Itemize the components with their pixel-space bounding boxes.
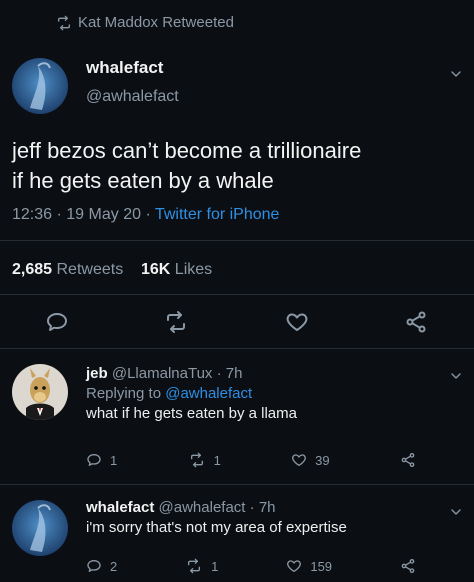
chevron-down-icon[interactable] (448, 504, 464, 520)
retweet-icon (188, 558, 201, 574)
reply-text: i'm sorry that's not my area of expertis… (86, 519, 347, 536)
reply-icon (87, 454, 101, 466)
like-button[interactable]: 39 (291, 452, 330, 468)
likes-label: Likes (174, 261, 213, 278)
like-count: 39 (315, 452, 330, 468)
reply-count: 2 (110, 558, 118, 574)
share-button[interactable] (400, 452, 416, 468)
reply-button[interactable]: 1 (86, 452, 117, 468)
avatar[interactable] (12, 364, 68, 420)
retweet-count: 1 (213, 452, 221, 468)
chevron-down-icon[interactable] (448, 368, 464, 384)
tweet-time[interactable]: · 7h (250, 499, 276, 516)
avatar[interactable] (12, 58, 68, 114)
share-button[interactable] (400, 558, 416, 574)
tweet-date[interactable]: 19 May 20 (66, 206, 141, 223)
heart-icon (292, 454, 307, 466)
heart-icon[interactable] (285, 310, 309, 334)
heart-icon (287, 560, 302, 572)
tweet-source[interactable]: Twitter for iPhone (155, 206, 280, 223)
reply-icon (87, 560, 101, 572)
retweets-label: Retweets (56, 261, 124, 278)
reply-tweet[interactable]: whalefact @awhalefact · 7h i'm sorry tha… (86, 498, 347, 538)
reply-count: 1 (110, 452, 118, 468)
retweet-icon (190, 452, 203, 468)
retweet-icon[interactable] (163, 310, 189, 334)
tweet-text-line-2: if he gets eaten by a whale (12, 168, 274, 193)
reply-icon[interactable] (45, 310, 69, 334)
meta-separator: · (56, 206, 62, 223)
author-name[interactable]: whalefact (86, 58, 163, 78)
replying-to-handle[interactable]: @awhalefact (165, 385, 252, 402)
divider (0, 240, 474, 241)
chevron-down-icon[interactable] (448, 66, 464, 82)
author-name[interactable]: jeb (86, 365, 108, 382)
divider (0, 484, 474, 485)
retweet-count: 1 (211, 558, 219, 574)
reply-actions: 1 1 39 (86, 452, 416, 468)
likes-stat[interactable]: 16K Likes (141, 261, 212, 278)
tweet-text: jeff bezos can’t become a trillionaire i… (12, 136, 467, 196)
meta-separator: · (145, 206, 151, 223)
reply-tweet[interactable]: jeb @LlamalnaTux · 7h Replying to @awhal… (86, 364, 297, 424)
author-handle[interactable]: @awhalefact (159, 499, 246, 516)
author-handle[interactable]: @LlamalnaTux (112, 365, 213, 382)
retweeted-by-header[interactable]: Kat Maddox Retweeted (56, 14, 234, 31)
tweet-text-line-1: jeff bezos can’t become a trillionaire (12, 138, 362, 163)
tweet-stats: 2,685 Retweets 16K Likes (12, 261, 212, 279)
like-button[interactable]: 159 (286, 558, 332, 574)
avatar[interactable] (12, 500, 68, 556)
reply-actions: 2 1 159 (86, 558, 416, 574)
author-name[interactable]: whalefact (86, 499, 154, 516)
share-icon[interactable] (404, 310, 428, 334)
reply-button[interactable]: 2 (86, 558, 117, 574)
share-icon (401, 453, 415, 467)
share-icon (401, 559, 415, 573)
reply-text: what if he gets eaten by a llama (86, 405, 297, 422)
divider (0, 348, 474, 349)
retweet-button[interactable]: 1 (185, 558, 218, 574)
retweets-stat[interactable]: 2,685 Retweets (12, 261, 123, 278)
tweet-time[interactable]: 12:36 (12, 206, 52, 223)
retweets-count: 2,685 (12, 261, 53, 278)
divider (0, 294, 474, 295)
like-count: 159 (310, 558, 333, 574)
retweet-icon (58, 15, 70, 30)
tweet-time[interactable]: · 7h (217, 365, 243, 382)
author-handle[interactable]: @awhalefact (86, 88, 179, 106)
replying-to-label: Replying to (86, 385, 162, 402)
tweet-meta: 12:36 · 19 May 20 · Twitter for iPhone (12, 206, 279, 224)
retweeted-by-label: Kat Maddox Retweeted (78, 14, 234, 31)
retweet-button[interactable]: 1 (188, 452, 221, 468)
likes-count: 16K (140, 261, 171, 278)
